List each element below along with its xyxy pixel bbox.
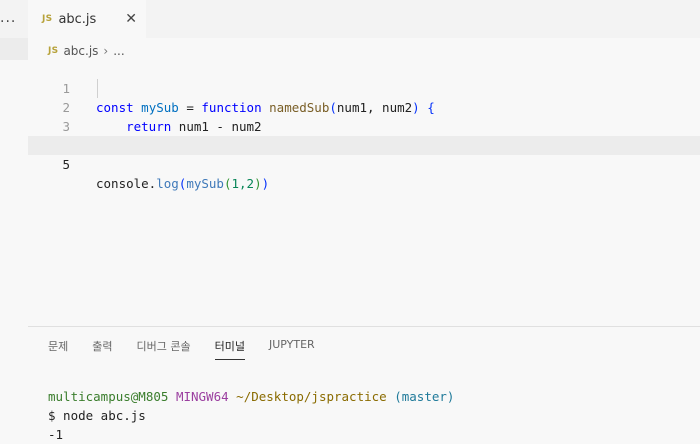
code-line[interactable]: 4 [28, 117, 700, 153]
more-icon[interactable]: ... [0, 10, 16, 26]
bottom-panel: 문제 출력 디버그 콘솔 터미널 JUPYTER multicampus@M80… [28, 326, 700, 444]
js-file-icon: JS [48, 46, 59, 56]
terminal-path: ~/Desktop/jspractice [236, 389, 387, 404]
terminal-output[interactable]: multicampus@M805 MINGW64 ~/Desktop/jspra… [48, 387, 454, 444]
js-file-icon: JS [42, 14, 53, 24]
tab-terminal[interactable]: 터미널 [214, 338, 245, 360]
code-line[interactable]: 3 } [28, 98, 700, 153]
breadcrumb: JS abc.js › ... [48, 43, 125, 59]
activity-strip: ... [0, 0, 28, 443]
code-text: console.log(mySub(1,2)) [96, 176, 270, 191]
line-number: 5 [62, 157, 70, 172]
panel-tab-bar: 문제 출력 디버그 콘솔 터미널 JUPYTER [48, 338, 339, 360]
code-line-active[interactable]: 5 console.log(mySub(1,2)) [28, 136, 700, 191]
terminal-command: $ node abc.js [48, 408, 146, 423]
tab-jupyter[interactable]: JUPYTER [269, 338, 315, 360]
indent-guide [97, 79, 98, 98]
breadcrumb-file[interactable]: abc.js [63, 44, 98, 58]
close-icon[interactable]: ✕ [125, 11, 137, 27]
tab-problems[interactable]: 문제 [48, 338, 68, 360]
code-editor[interactable]: 1 const mySub = function namedSub(num1, … [28, 60, 700, 326]
tab-label: abc.js [58, 11, 97, 27]
tab-abc-js[interactable]: JS abc.js ✕ [28, 0, 146, 38]
code-line[interactable]: 2 return num1 - num2 [28, 79, 700, 134]
editor-tab-bar: JS abc.js ✕ [28, 0, 700, 38]
terminal-branch: (master) [394, 389, 455, 404]
terminal-user-host: multicampus@M805 [48, 389, 169, 404]
left-panel-edge [0, 38, 28, 60]
chevron-right-icon: › [103, 44, 109, 58]
tab-debug-console[interactable]: 디버그 콘솔 [137, 338, 191, 360]
code-line[interactable]: 1 const mySub = function namedSub(num1, … [28, 60, 700, 115]
terminal-shell: MINGW64 [175, 389, 229, 404]
terminal-result: -1 [48, 427, 64, 442]
breadcrumb-more[interactable]: ... [113, 44, 124, 58]
tab-output[interactable]: 출력 [92, 338, 112, 360]
left-tab-area: ... [0, 0, 28, 38]
